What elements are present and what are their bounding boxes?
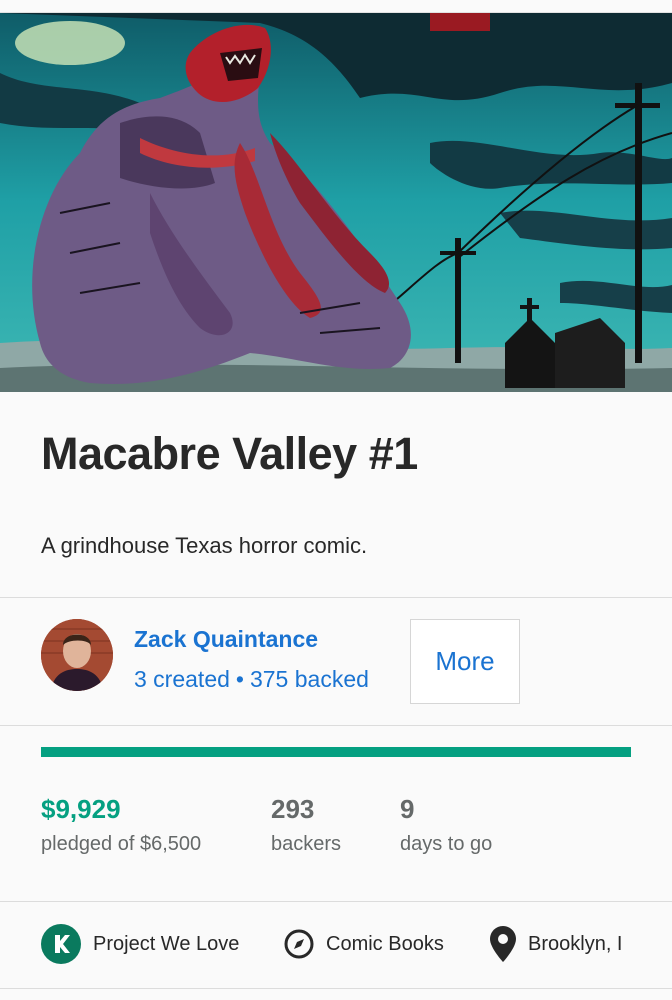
creator-name-link[interactable]: Zack Quaintance <box>134 626 318 653</box>
tag-project-we-love[interactable]: Project We Love <box>41 924 240 964</box>
pledged-label: pledged of $6,500 <box>41 833 202 855</box>
days-to-go-count: 9 <box>400 794 415 824</box>
project-blurb: A grindhouse Texas horror comic. <box>41 533 368 558</box>
backers-count: 293 <box>271 794 315 824</box>
tag-label: Project We Love <box>93 932 240 955</box>
divider <box>0 988 672 989</box>
pledged-amount: $9,929 <box>41 794 121 824</box>
backed-count-link[interactable]: 375 backed <box>250 666 369 692</box>
tags-row: Project We Love Comic Books Brooklyn, I <box>0 900 632 1000</box>
tag-label: Comic Books <box>326 932 444 955</box>
divider <box>0 725 672 726</box>
werewolf-illustration <box>0 13 672 392</box>
divider <box>0 597 672 598</box>
stats-separator: • <box>235 666 244 692</box>
creator-stats: 3 created • 375 backed <box>134 666 369 693</box>
compass-icon <box>284 929 314 959</box>
tag-comic-books[interactable]: Comic Books <box>284 925 444 963</box>
creator-avatar[interactable] <box>41 619 113 691</box>
tag-label: Brooklyn, I <box>528 932 623 955</box>
location-pin-icon <box>490 926 516 962</box>
kickstarter-badge-icon <box>41 924 81 964</box>
more-button[interactable]: More <box>410 619 520 704</box>
funding-progress-fill <box>41 747 631 757</box>
backers-label: backers <box>271 833 342 855</box>
creator-photo <box>41 619 113 691</box>
project-hero-image[interactable] <box>0 13 672 392</box>
top-bar <box>0 0 672 13</box>
tag-location[interactable]: Brooklyn, I <box>490 925 622 963</box>
created-count-link[interactable]: 3 created <box>134 666 230 692</box>
funding-progress-bar <box>41 747 631 757</box>
project-title: Macabre Valley #1 <box>41 428 418 479</box>
days-to-go-label: days to go <box>400 833 493 855</box>
